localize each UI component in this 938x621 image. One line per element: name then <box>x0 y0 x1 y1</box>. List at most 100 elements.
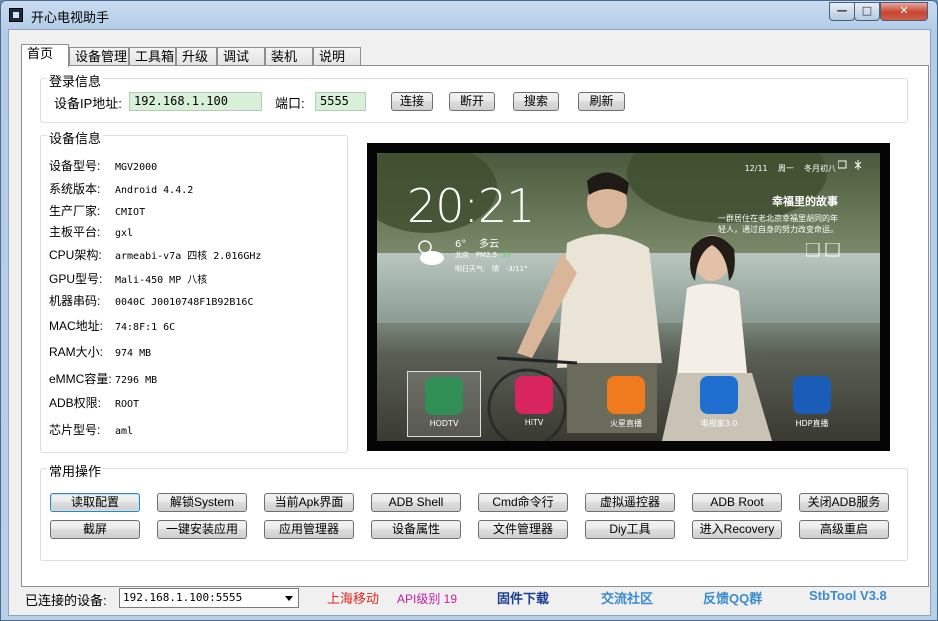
tab-device-manage[interactable]: 设备管理 <box>69 47 129 66</box>
tab-home[interactable]: 首页 <box>21 44 69 67</box>
info-key: eMMC容量: <box>49 372 112 386</box>
cmd-button[interactable]: Cmd命令行 <box>478 493 568 512</box>
app-manager-button[interactable]: 应用管理器 <box>264 520 354 539</box>
info-value: MGV2000 <box>115 162 158 173</box>
device-props-button[interactable]: 设备属性 <box>371 520 461 539</box>
dropdown-arrow-icon[interactable] <box>285 596 293 601</box>
info-key: 设备型号: <box>49 159 101 173</box>
device-info-group: 设备信息 设备型号: MGV2000 系统版本: Android 4.4.2 生产厂… <box>40 128 348 453</box>
tab-toolbox[interactable]: 工具箱 <box>129 47 176 66</box>
tab-help[interactable]: 说明 <box>313 47 361 66</box>
info-row-maker: 生产厂家: CMIOT <box>49 202 145 219</box>
info-row-cpu: CPU架构: armeabi-v7a 四核 2.016GHz <box>49 246 261 263</box>
dianshijia-app-icon <box>700 376 738 414</box>
refresh-button[interactable]: 刷新 <box>578 92 625 111</box>
tv-tomorrow-temp: -3/11° <box>505 265 528 273</box>
tv-app-label: HDP直播 <box>795 419 829 428</box>
tv-app-hodtv: HODTV <box>407 371 481 437</box>
virtual-remote-button[interactable]: 虚拟遥控器 <box>585 493 675 512</box>
file-manager-button[interactable]: 文件管理器 <box>478 520 568 539</box>
info-row-gpu: GPU型号: Mali-450 MP 八核 <box>49 270 207 287</box>
tv-city: 北京 <box>455 251 469 259</box>
tab-install[interactable]: 装机 <box>265 47 313 66</box>
info-row-version: 系统版本: Android 4.4.2 <box>49 180 193 197</box>
minimize-button[interactable]: — <box>829 2 855 21</box>
version-link[interactable]: StbTool V3.8 <box>809 588 887 603</box>
tv-home-screen: 12/11 周一 冬月初八 20:21 6° 多云 北京 PM2.5 59 明日… <box>377 153 880 441</box>
home-tab-panel: 登录信息 设备IP地址: 192.168.1.100 端口: 5555 连接 断… <box>21 65 929 587</box>
info-value: CMIOT <box>115 207 146 218</box>
info-key: 机器串码: <box>49 294 101 308</box>
info-value: aml <box>115 426 134 437</box>
hitv-app-icon <box>515 376 553 414</box>
tv-weather-now: 6° 多云 <box>455 235 499 250</box>
tv-weekday: 周一 <box>777 164 794 173</box>
adb-root-button[interactable]: ADB Root <box>692 493 782 512</box>
port-input[interactable]: 5555 <box>315 92 366 111</box>
tv-app-label: HiTV <box>524 418 544 427</box>
info-row-ram: RAM大小: 974 MB <box>49 343 151 360</box>
login-group-label: 登录信息 <box>47 71 104 90</box>
cloud-weather-icon <box>418 240 444 265</box>
hodtv-app-icon <box>425 377 463 415</box>
tv-pm-label: PM2.5 <box>475 251 498 259</box>
disconnect-button[interactable]: 断开 <box>449 92 495 111</box>
common-ops-label: 常用操作 <box>47 461 104 480</box>
search-button[interactable]: 搜索 <box>513 92 559 111</box>
info-key: CPU架构: <box>49 248 102 262</box>
info-row-chip: 芯片型号: aml <box>49 421 133 438</box>
tv-app-huoxing: 火星直播 <box>589 371 663 437</box>
adb-shell-button[interactable]: ADB Shell <box>371 493 461 512</box>
enter-recovery-button[interactable]: 进入Recovery <box>692 520 782 539</box>
advanced-reboot-button[interactable]: 高级重启 <box>799 520 889 539</box>
tv-app-hitv: HiTV <box>497 371 571 437</box>
tv-top-info: 12/11 周一 冬月初八 <box>745 163 836 174</box>
ip-label: 设备IP地址: <box>54 96 122 111</box>
info-key: 芯片型号: <box>49 423 101 437</box>
read-config-button[interactable]: 读取配置 <box>50 493 140 512</box>
app-window: 开心电视助手 — □ ✕ 首页 设备管理 工具箱 升级 调试 装机 说明 登录信… <box>0 0 938 621</box>
tv-weather: 多云 <box>479 239 500 250</box>
tab-upgrade[interactable]: 升级 <box>176 47 217 66</box>
tab-debug[interactable]: 调试 <box>217 47 265 66</box>
info-key: ADB权限: <box>49 396 102 410</box>
client-area: 首页 设备管理 工具箱 升级 调试 装机 说明 登录信息 设备IP地址: 192… <box>8 29 931 616</box>
current-apk-button[interactable]: 当前Apk界面 <box>264 493 354 512</box>
firmware-download-link[interactable]: 固件下载 <box>497 588 549 607</box>
close-button[interactable]: ✕ <box>880 2 928 21</box>
info-value: 974 MB <box>115 348 152 359</box>
title-bar[interactable]: 开心电视助手 — □ ✕ <box>1 1 937 29</box>
tv-aqi: 59 <box>501 251 511 259</box>
window-title: 开心电视助手 <box>31 10 110 25</box>
tv-lunar-date: 冬月初八 <box>804 164 836 173</box>
maximize-button[interactable]: □ <box>854 2 880 21</box>
close-adb-button[interactable]: 关闭ADB服务 <box>799 493 889 512</box>
tv-forecast: 明日天气: 晴 -3/11° <box>455 264 527 274</box>
ip-input[interactable]: 192.168.1.100 <box>129 92 262 111</box>
tv-clock: 20:21 <box>407 179 536 233</box>
app-icon <box>9 8 23 22</box>
diy-tools-button[interactable]: Diy工具 <box>585 520 675 539</box>
connected-device-select[interactable]: 192.168.1.100:5555 <box>119 588 299 608</box>
one-click-install-button[interactable]: 一键安装应用 <box>157 520 247 539</box>
login-group: 登录信息 设备IP地址: 192.168.1.100 端口: 5555 连接 断… <box>40 71 908 123</box>
community-link[interactable]: 交流社区 <box>601 588 653 607</box>
tv-screenshot-preview: 12/11 周一 冬月初八 20:21 6° 多云 北京 PM2.5 59 明日… <box>367 143 890 451</box>
info-value: Android 4.4.2 <box>115 185 194 196</box>
tv-promo-icons <box>806 243 840 257</box>
port-label: 端口: <box>275 96 305 111</box>
unlock-system-button[interactable]: 解锁System <box>157 493 247 512</box>
connect-button[interactable]: 连接 <box>391 92 433 111</box>
connected-device-label: 已连接的设备: <box>25 593 107 608</box>
tv-app-label: 火星直播 <box>610 419 642 428</box>
info-row-emmc: eMMC容量: 7296 MB <box>49 370 157 387</box>
info-value: 7296 MB <box>115 375 158 386</box>
tv-app-label: HODTV <box>429 419 459 428</box>
info-row-platform: 主板平台: gxl <box>49 223 133 240</box>
screenshot-button[interactable]: 截屏 <box>50 520 140 539</box>
info-row-adb: ADB权限: ROOT <box>49 394 139 411</box>
tv-app-label: 电视家3.0 <box>700 419 738 428</box>
info-key: 生产厂家: <box>49 204 101 218</box>
qq-group-link[interactable]: 反馈QQ群 <box>703 588 762 607</box>
info-value: gxl <box>115 228 134 239</box>
